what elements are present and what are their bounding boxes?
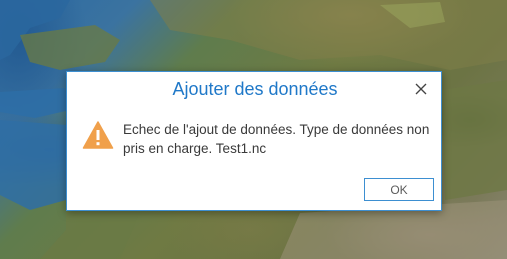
warning-icon	[82, 120, 114, 150]
desktop-screen: Ajouter des données Echec de l'ajout de …	[0, 0, 507, 259]
dialog-title: Ajouter des données	[172, 79, 338, 99]
add-data-error-dialog: Ajouter des données Echec de l'ajout de …	[66, 71, 442, 211]
ok-button[interactable]: OK	[364, 178, 434, 201]
close-icon[interactable]	[412, 80, 430, 98]
error-message: Echec de l'ajout de données. Type de don…	[123, 122, 430, 156]
